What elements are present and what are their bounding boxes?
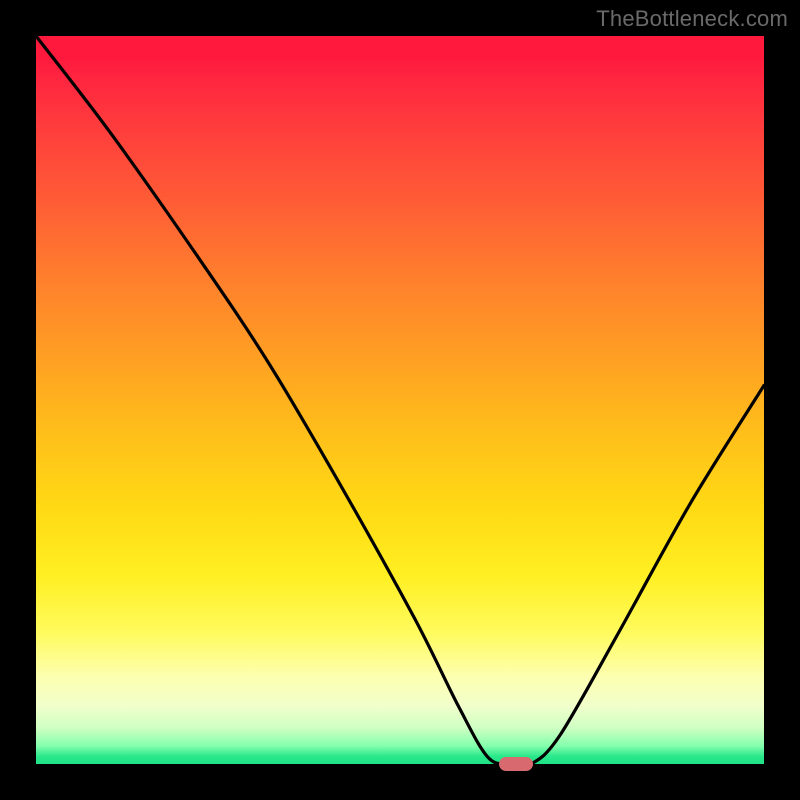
chart-frame: TheBottleneck.com xyxy=(0,0,800,800)
curve-path xyxy=(36,36,764,764)
optimal-match-marker xyxy=(499,757,533,771)
plot-area xyxy=(36,36,764,764)
attribution-text: TheBottleneck.com xyxy=(596,6,788,32)
bottleneck-curve xyxy=(36,36,764,764)
